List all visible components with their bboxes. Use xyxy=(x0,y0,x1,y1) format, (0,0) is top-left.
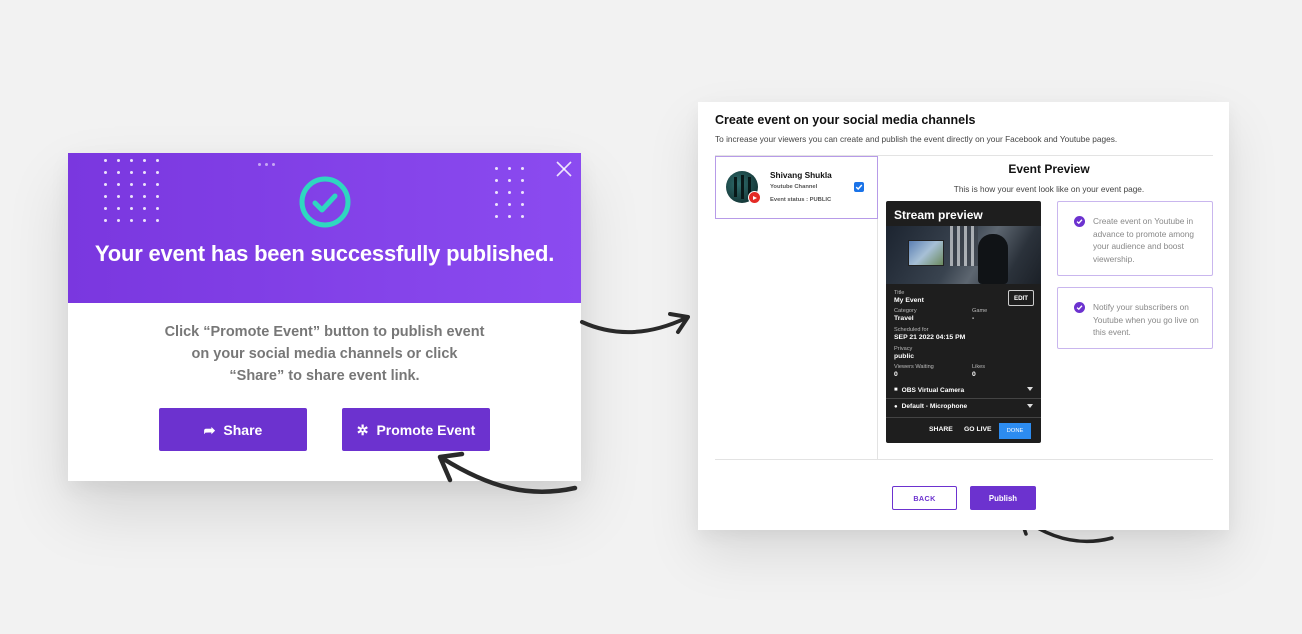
youtube-icon xyxy=(748,191,761,204)
channel-name: Shivang Shukla xyxy=(770,170,832,180)
field-label: Title xyxy=(894,290,905,296)
field-label: Scheduled for xyxy=(894,327,929,333)
check-circle-icon xyxy=(1074,302,1085,313)
dialog-header: Your event has been successfully publish… xyxy=(68,153,581,303)
field-value: Travel xyxy=(894,315,914,322)
success-dialog: Your event has been successfully publish… xyxy=(68,153,581,481)
success-check-icon xyxy=(299,176,351,228)
field-label: Privacy xyxy=(894,346,913,352)
create-event-panel: Create event on your social media channe… xyxy=(698,102,1229,530)
info-card-text: Create event on Youtube in advance to pr… xyxy=(1093,216,1195,264)
panel-subtitle: To increase your viewers you can create … xyxy=(715,134,1118,144)
microphone-icon: ● xyxy=(894,403,898,410)
check-circle-icon xyxy=(1074,216,1085,227)
field-label: Category xyxy=(894,308,917,314)
field-value: 0 xyxy=(972,371,976,378)
message-line: on your social media channels or click xyxy=(191,346,458,362)
field-value: SEP 21 2022 04:15 PM xyxy=(894,334,966,341)
megaphone-icon: ✲ xyxy=(356,421,369,438)
decorative-dots xyxy=(104,159,159,222)
channel-card-youtube[interactable]: Shivang Shukla Youtube Channel Event sta… xyxy=(715,156,878,219)
chevron-down-icon xyxy=(1027,387,1033,391)
back-button[interactable]: BACK xyxy=(892,486,957,510)
promote-button-label: Promote Event xyxy=(376,421,476,438)
info-card: Create event on Youtube in advance to pr… xyxy=(1057,201,1213,276)
info-card-text: Notify your subscribers on Youtube when … xyxy=(1093,302,1199,337)
edit-button[interactable]: EDIT xyxy=(1008,290,1034,306)
close-icon[interactable] xyxy=(554,159,574,179)
stream-actions: SHARE GO LIVE DONE xyxy=(886,417,1041,443)
curved-arrow-icon xyxy=(437,451,578,494)
camera-select[interactable]: ■ OBS Virtual Camera xyxy=(886,382,1041,398)
share-button[interactable]: ➦ Share xyxy=(159,408,307,451)
divider xyxy=(715,459,1213,460)
event-preview-title: Event Preview xyxy=(1008,162,1090,176)
curved-arrow-icon xyxy=(580,312,690,335)
done-button[interactable]: DONE xyxy=(999,423,1031,439)
channel-event-status: Event status : PUBLIC xyxy=(770,197,832,203)
decorative-dots xyxy=(495,167,524,218)
field-value: My Event xyxy=(894,297,924,304)
share-arrow-icon: ➦ xyxy=(203,421,216,438)
panel-title: Create event on your social media channe… xyxy=(715,113,976,127)
channel-checkbox[interactable] xyxy=(854,182,864,192)
microphone-select[interactable]: ● Default - Microphone xyxy=(886,398,1041,414)
stream-preview-card: Stream preview Title My Event EDIT Categ… xyxy=(886,201,1041,443)
video-camera-icon: ■ xyxy=(894,387,898,393)
field-value: - xyxy=(972,315,975,322)
go-live-action[interactable]: GO LIVE xyxy=(964,426,992,433)
decorative-dots xyxy=(258,163,275,166)
dialog-message: Click “Promote Event” button to publish … xyxy=(158,321,491,387)
stream-preview-title: Stream preview xyxy=(894,208,983,222)
field-label: Viewers Waiting xyxy=(894,364,934,370)
info-card: Notify your subscribers on Youtube when … xyxy=(1057,287,1213,349)
event-preview-subtitle: This is how your event look like on your… xyxy=(953,184,1145,194)
message-line: Click “Promote Event” button to publish … xyxy=(164,324,485,340)
share-button-label: Share xyxy=(223,421,263,438)
promote-event-button[interactable]: ✲ Promote Event xyxy=(342,408,490,451)
field-value: public xyxy=(894,353,915,360)
message-line: “Share” to share event link. xyxy=(229,368,420,384)
microphone-select-value: Default - Microphone xyxy=(901,403,968,410)
chevron-down-icon xyxy=(1027,404,1033,408)
field-value: 0 xyxy=(894,371,898,378)
publish-button[interactable]: Publish xyxy=(970,486,1036,510)
dialog-title: Your event has been successfully publish… xyxy=(94,241,555,266)
field-label: Likes xyxy=(972,364,986,370)
share-action[interactable]: SHARE xyxy=(929,426,953,433)
checkmark-icon xyxy=(855,184,863,190)
stream-thumbnail xyxy=(886,226,1041,284)
field-label: Game xyxy=(972,308,988,314)
channel-type: Youtube Channel xyxy=(770,184,818,190)
camera-select-value: OBS Virtual Camera xyxy=(901,386,965,394)
